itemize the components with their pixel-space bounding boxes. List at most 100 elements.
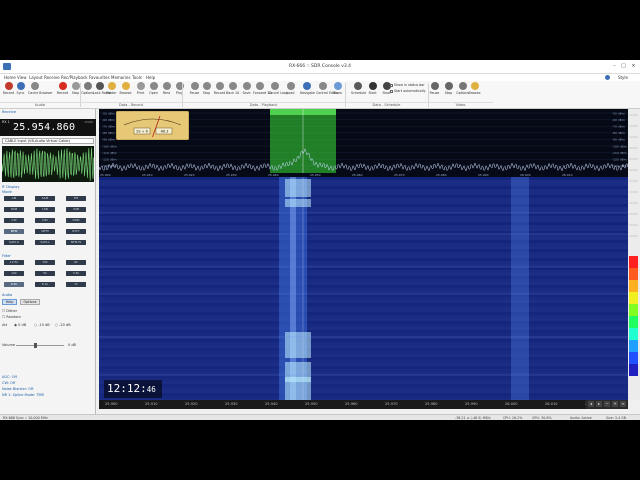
load-button[interactable]: Load [284,82,297,99]
rest-button[interactable]: Rest [160,82,173,99]
menu-memories[interactable]: Memories [111,75,131,80]
nr-status[interactable]: NR 1: Spline Mode: TMR [2,393,44,397]
menu-view[interactable]: View [17,75,27,80]
sync-button[interactable]: Sync [14,82,27,99]
zoom-in-button[interactable]: ▸ [596,401,602,407]
waterfall-display[interactable] [99,177,628,400]
mode-button-fm[interactable]: FM [66,196,86,201]
style-menu[interactable]: Style [618,75,628,80]
waterfall-row [99,204,628,207]
help-tab[interactable]: Help [2,299,17,305]
agc-status[interactable]: AGC: Off [2,375,17,379]
filter-button-15k[interactable]: 15k [35,260,55,265]
show-button[interactable]: Show [331,82,344,99]
filter-button-3-5k[interactable]: 3.5k [66,271,86,276]
att-10db-radio[interactable]: ○ -10 dB [34,323,50,327]
frequency-value[interactable]: 25.954.860 [13,122,75,133]
att-0db-radio[interactable]: ◉ 0 dB [14,323,26,327]
waterfall-frequency-axis[interactable]: 25.900 25.910 25.920 25.930 25.940 25.950 25.9… [99,400,628,409]
mode-button-dsb[interactable]: DSB [4,207,24,212]
random-checkbox[interactable]: ☐ Random [2,315,21,319]
record-button[interactable]: Record [213,82,226,99]
zoom-minus-button[interactable]: − [604,401,610,407]
menu-favourites[interactable]: Favourites [89,75,110,80]
show-in-status-bar-checkbox[interactable]: Show in status bar [390,83,425,87]
filter-button-8-1k[interactable]: 8.1k [35,282,55,287]
folder-button[interactable]: Folder [105,82,118,99]
mode-button-lsb[interactable]: LSB [35,207,55,212]
volume-label: Volume [2,343,16,347]
input-select[interactable]: CABLE Input (VB-Audio Virtual Cable) [2,138,94,144]
waterfall-row [99,267,628,270]
mode-button-sam-l[interactable]: SAM-L [35,240,55,245]
menu-tools[interactable]: Tools [132,75,142,80]
back-10-button[interactable]: Back 10 [226,82,239,99]
stop-button[interactable]: Stop [442,82,455,99]
options-tab[interactable]: Options [20,299,40,305]
mode-button-am[interactable]: AM [4,196,24,201]
mode-button-rtty[interactable]: RTTY [66,229,86,234]
filter-button-7k[interactable]: 7k [66,282,86,287]
start-automatically-checkbox[interactable]: Start automatically [390,89,426,93]
schedule-button[interactable]: Schedule [351,82,366,99]
noise-blanker-status[interactable]: Noise Blanker: Off [2,387,33,391]
volume-slider-thumb[interactable] [34,343,37,348]
filter-button-10k[interactable]: 10k [4,271,24,276]
filter-button-6k[interactable]: 6k [66,260,86,265]
menu-receive[interactable]: Receive [44,75,60,80]
menu-layout[interactable]: Layout [29,75,43,80]
pause-button[interactable]: Pause [428,82,441,99]
mode-button-wfm[interactable]: WFM [35,229,55,234]
menu-rec-playback[interactable]: Rec/Playback [61,75,87,80]
forward-10-button[interactable]: Forward 10 [253,82,272,99]
mode-button-sam-u[interactable]: SAM-U [4,240,24,245]
frequency-display[interactable]: RX 1 0 kHz 25.954.860 [0,119,96,136]
volume-slider-track[interactable] [16,345,64,346]
minimize-button[interactable]: – [611,63,618,69]
ribbon-button-label: Back 10 [226,91,240,95]
cancel-loop-icon [270,82,279,90]
ribbon-button-label: Sync [16,91,25,95]
cache-browser-button[interactable]: Cache Browser [28,82,53,99]
mode-button-nfm[interactable]: NFM [4,229,24,234]
start-button[interactable]: Start [366,82,379,99]
maximize-button[interactable]: □ [620,63,627,69]
filter-button-5k[interactable]: 5k [35,271,55,276]
sdr-console-window: RX-666 :: SDR Console v3.4 – □ × Home Vi… [0,60,640,420]
zoom-plus-button[interactable]: + [612,401,618,407]
db-tick-right: -60 dBm [612,118,625,122]
show-icon [333,82,342,90]
menu-help[interactable]: Help [146,75,155,80]
mode-button-sam[interactable]: SAM [35,196,55,201]
browse-button[interactable]: Browse [119,82,132,99]
stop-button[interactable]: Stop [200,82,213,99]
save-button[interactable]: Save [240,82,253,99]
mode-button-usb[interactable]: USB [66,207,86,212]
help-icon[interactable] [605,75,610,80]
browse-button[interactable]: Browse [468,82,481,99]
ribbon-button-label: Browse [468,91,481,95]
zoom-reset-button[interactable]: ≡ [620,401,626,407]
navigate-button[interactable]: Navigate [300,82,315,99]
waterfall-row [99,366,628,369]
print-button[interactable]: Print [134,82,147,99]
play-button[interactable]: Play [173,82,186,99]
close-button[interactable]: × [630,63,637,69]
mode-button-cwr[interactable]: CWr [35,218,55,223]
att-20db-radio[interactable]: ○ -20 dB [55,323,71,327]
waterfall-color-scale[interactable] [628,109,640,400]
mode-button-drm[interactable]: DRM [66,218,86,223]
open-button[interactable]: Open [147,82,160,99]
zoom-out-button[interactable]: ◂ [588,401,594,407]
mode-button-cw[interactable]: CW [4,218,24,223]
record-button[interactable]: Record [56,82,69,99]
ribbon-button-label: Navigate [300,91,315,95]
menu-home[interactable]: Home [4,75,16,80]
mode-button-nfm-w[interactable]: NFM-W [66,240,86,245]
dither-checkbox[interactable]: ☐ Dither [2,309,17,313]
cancel-loop-button[interactable]: Cancel Loop [268,82,288,99]
filter-button-12-5k[interactable]: 12.5k [4,260,24,265]
control-editor-button[interactable]: Control Editor [316,82,339,99]
cw-status[interactable]: CW: Off [2,381,15,385]
filter-button-9-2k[interactable]: 9.2k [4,282,24,287]
